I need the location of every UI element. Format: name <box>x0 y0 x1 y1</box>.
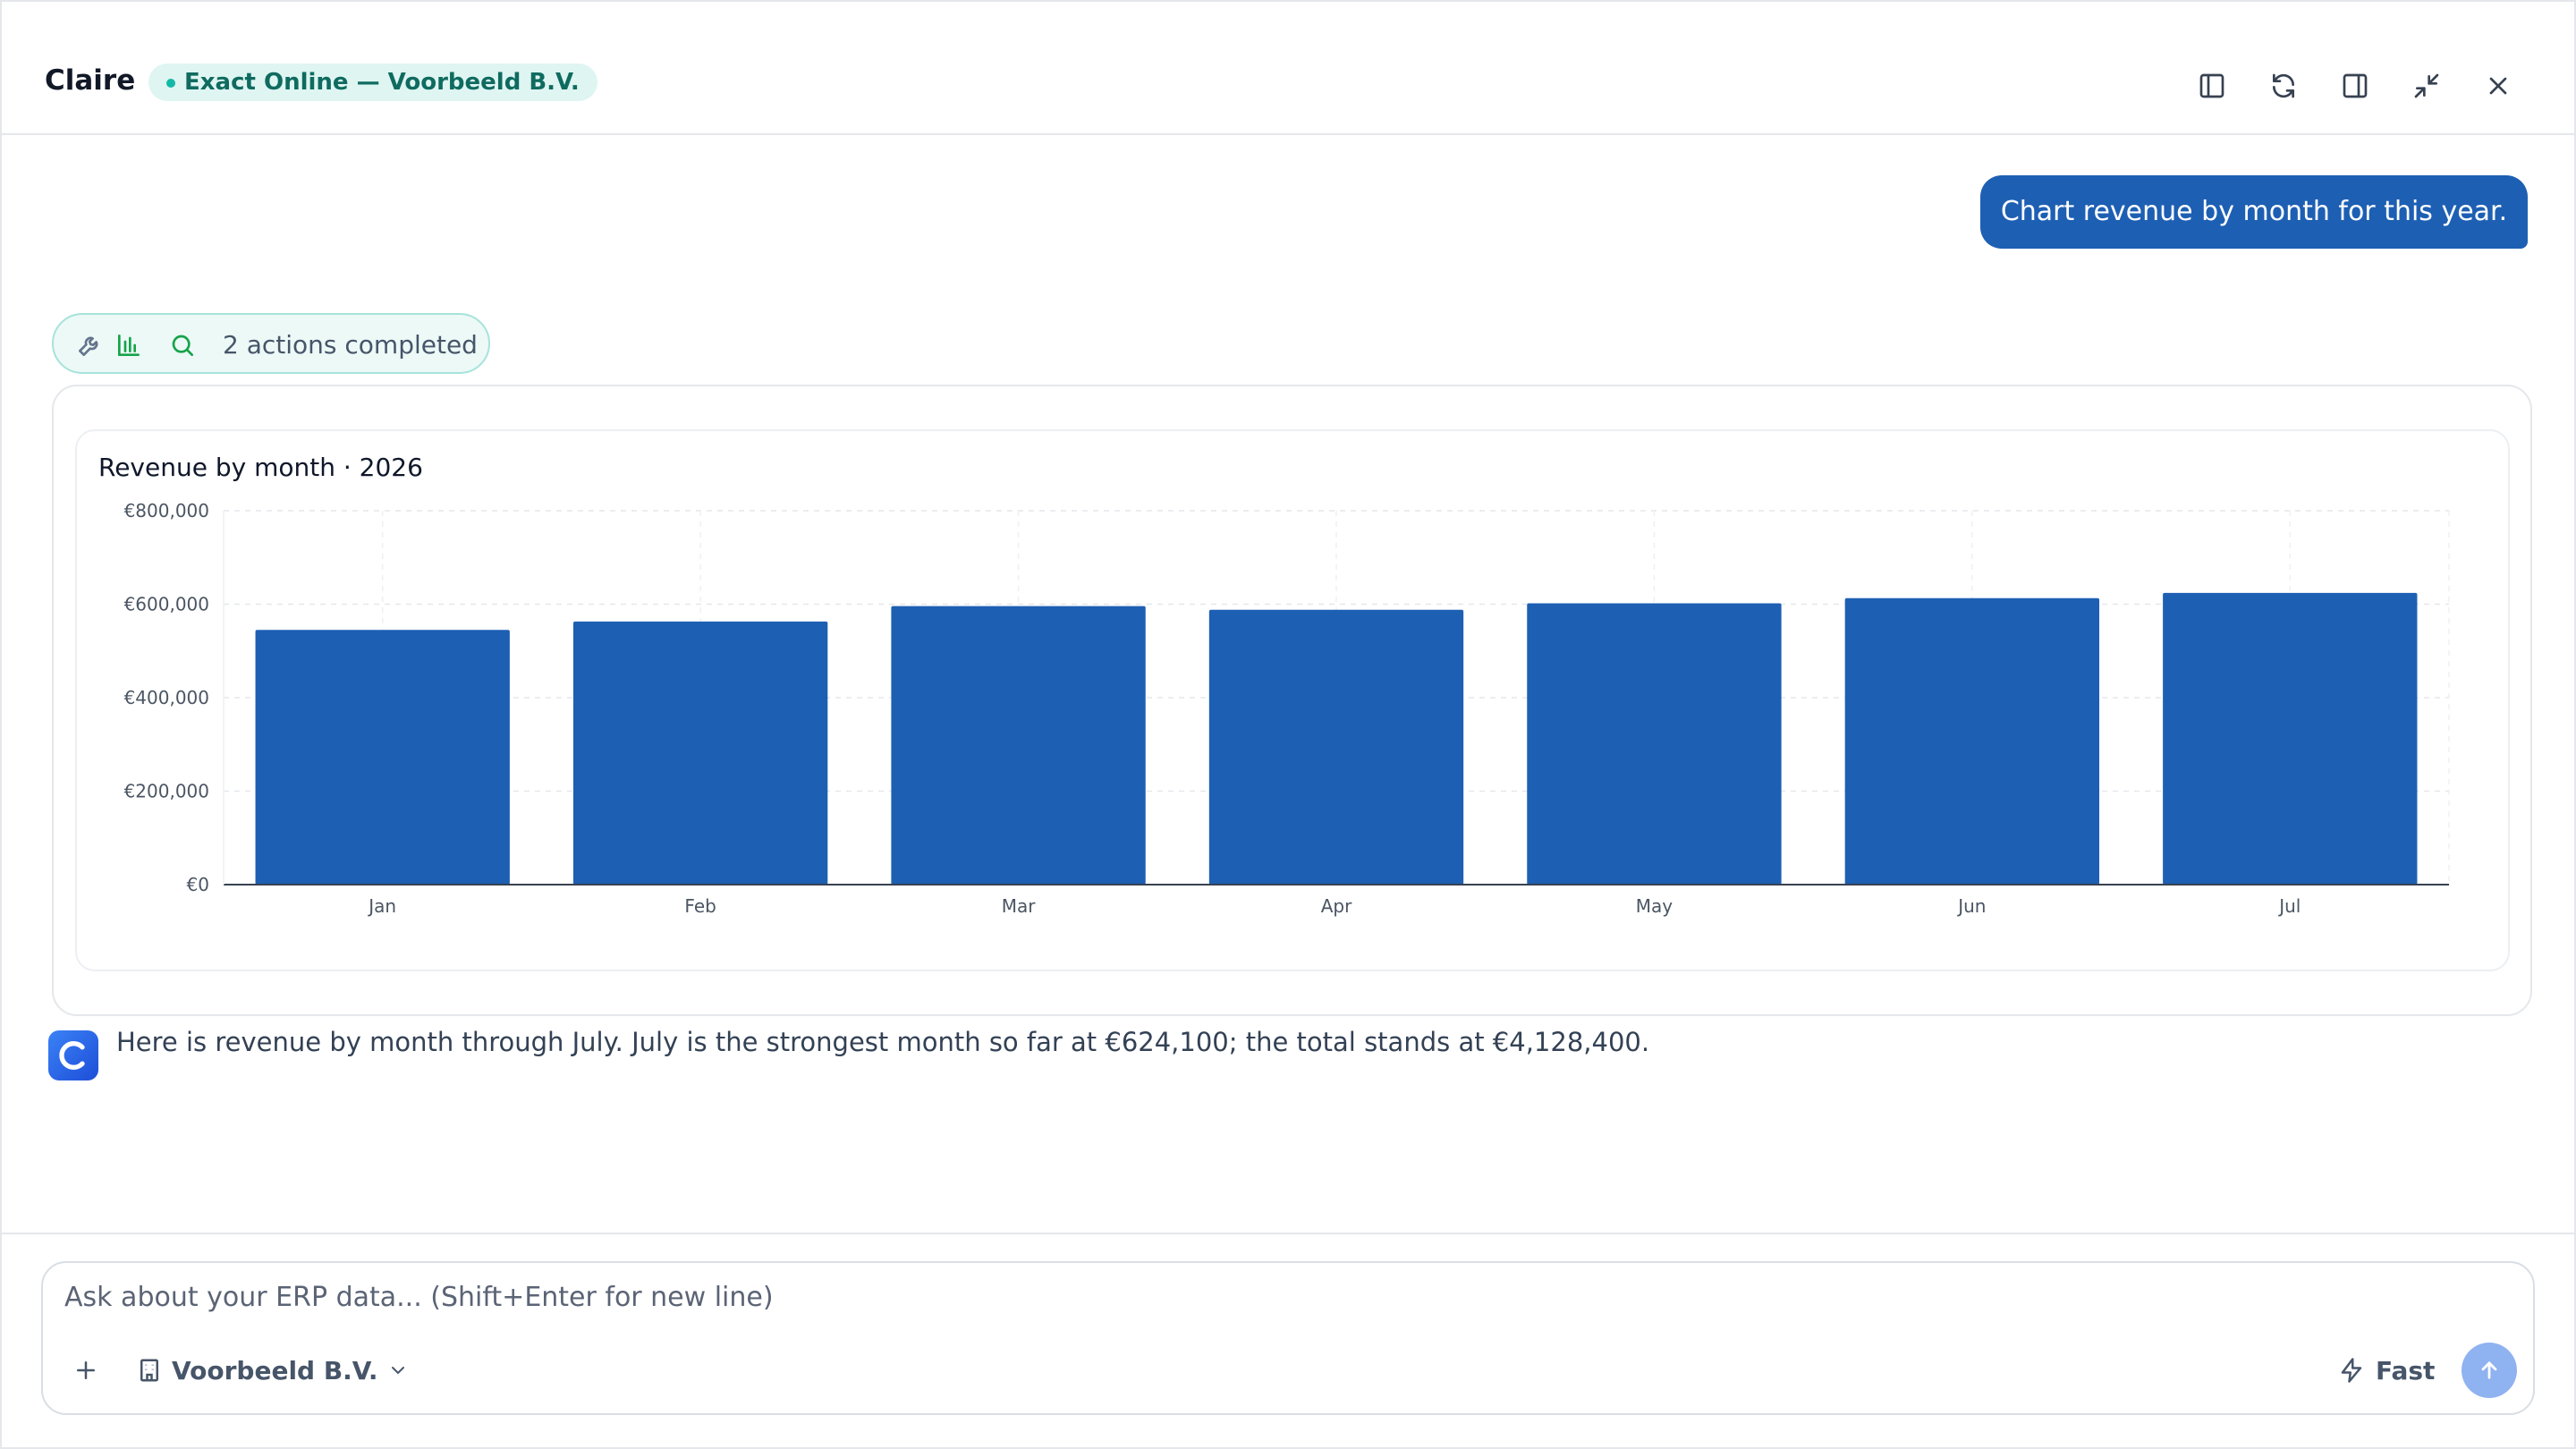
plus-icon <box>77 1361 95 1379</box>
close-button[interactable] <box>2482 70 2514 102</box>
mode-selector[interactable]: Fast <box>2338 1351 2435 1390</box>
chat-input[interactable] <box>64 1277 2479 1317</box>
chart-panel <box>75 429 2510 971</box>
assistant-avatar <box>48 1030 98 1080</box>
attach-button[interactable] <box>70 1354 102 1386</box>
actions-completed-pill[interactable]: 2 actions completed <box>52 313 490 374</box>
arrow-up-icon <box>2481 1361 2497 1379</box>
company-selector[interactable]: Voorbeeld B.V. <box>136 1351 409 1390</box>
bar-chart-icon <box>118 335 140 356</box>
connection-badge: Exact Online — Voorbeeld B.V. <box>148 64 597 101</box>
header: Claire Exact Online — Voorbeeld B.V. <box>0 0 2576 135</box>
chart-title: Revenue by month · 2026 <box>98 453 423 482</box>
lightning-icon <box>2341 1358 2362 1383</box>
minimize-icon <box>2414 73 2439 98</box>
company-label: Voorbeeld B.V. <box>172 1355 378 1385</box>
toggle-sidebar-left-button[interactable] <box>2196 70 2228 102</box>
refresh-button[interactable] <box>2267 70 2300 102</box>
chevron-down-icon <box>391 1367 404 1375</box>
user-message-bubble: Chart revenue by month for this year. <box>1980 175 2528 249</box>
toggle-sidebar-right-button[interactable] <box>2339 70 2371 102</box>
send-button[interactable] <box>2462 1343 2517 1398</box>
connection-label: Exact Online — Voorbeeld B.V. <box>184 69 580 96</box>
refresh-icon <box>2273 73 2294 98</box>
assistant-message: Here is revenue by month through July. J… <box>116 1027 1650 1057</box>
actions-label: 2 actions completed <box>223 330 478 360</box>
app-title: Claire <box>45 64 136 97</box>
claire-logo-icon <box>59 1041 85 1070</box>
building-icon <box>140 1359 158 1382</box>
mode-label: Fast <box>2376 1355 2436 1385</box>
close-icon <box>2489 77 2507 95</box>
sidebar-right-icon <box>2343 73 2368 98</box>
status-dot-icon <box>166 79 175 88</box>
composer-divider <box>0 1233 2576 1234</box>
sidebar-left-icon <box>2199 73 2224 98</box>
search-icon <box>172 335 193 356</box>
minimize-button[interactable] <box>2411 70 2443 102</box>
wrench-icon <box>79 336 98 356</box>
